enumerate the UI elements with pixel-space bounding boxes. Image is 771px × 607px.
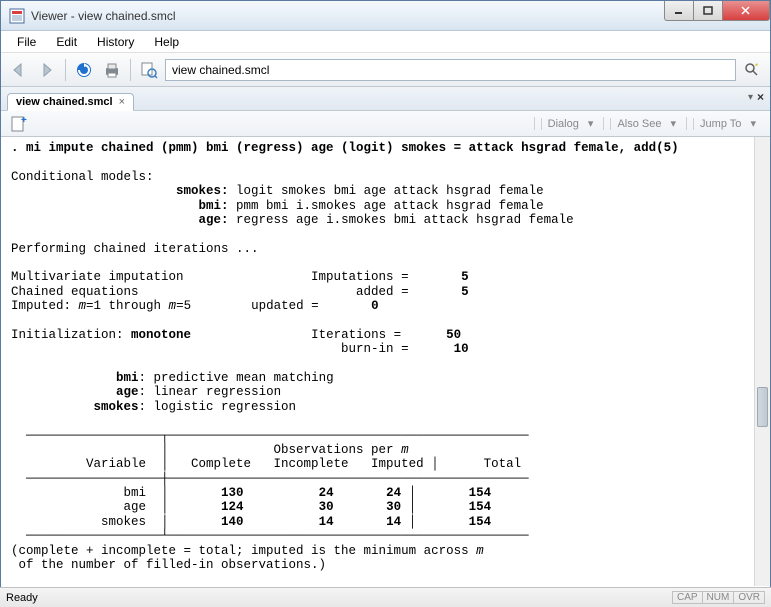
status-cap: CAP <box>672 591 703 604</box>
print-button[interactable] <box>100 58 124 82</box>
tabbar-dropdown-icon[interactable]: ▾ <box>748 92 753 103</box>
status-text: Ready <box>6 592 38 604</box>
toolbar <box>1 53 770 87</box>
back-button[interactable] <box>7 58 31 82</box>
alsosee-menu[interactable]: Also See ▾ <box>603 117 682 130</box>
jumpto-menu[interactable]: Jump To ▾ <box>686 117 762 130</box>
maximize-button[interactable] <box>693 1 723 21</box>
menu-help[interactable]: Help <box>144 33 189 51</box>
menu-file[interactable]: File <box>7 33 46 51</box>
viewer-content: . mi impute chained (pmm) bmi (regress) … <box>1 137 770 587</box>
close-button[interactable] <box>722 1 770 21</box>
address-input[interactable] <box>165 59 736 81</box>
minimize-button[interactable] <box>664 1 694 21</box>
app-icon <box>9 8 25 24</box>
toolbar-separator <box>65 59 66 81</box>
forward-button[interactable] <box>35 58 59 82</box>
window-title: Viewer - view chained.smcl <box>31 9 176 23</box>
statusbar: Ready CAP NUM OVR <box>0 587 771 607</box>
status-num: NUM <box>702 591 735 604</box>
tab-label: view chained.smcl <box>16 96 113 108</box>
tabbar: view chained.smcl × ▾ × <box>1 87 770 111</box>
toolbar-separator <box>130 59 131 81</box>
svg-text:+: + <box>21 115 27 126</box>
titlebar: Viewer - view chained.smcl <box>1 1 770 31</box>
refresh-button[interactable] <box>72 58 96 82</box>
dialog-menu[interactable]: Dialog ▾ <box>534 117 600 130</box>
tab-active[interactable]: view chained.smcl × <box>7 93 134 111</box>
window-controls <box>665 1 770 21</box>
tab-close-icon[interactable]: × <box>119 96 125 108</box>
menu-edit[interactable]: Edit <box>46 33 87 51</box>
tabbar-close-icon[interactable]: × <box>757 90 764 104</box>
scrollbar-track[interactable] <box>754 137 770 586</box>
search-button[interactable] <box>740 59 764 81</box>
new-note-button[interactable]: + <box>9 114 29 134</box>
secondary-toolbar: + Dialog ▾ Also See ▾ Jump To ▾ <box>1 111 770 137</box>
menu-history[interactable]: History <box>87 33 144 51</box>
scrollbar-thumb[interactable] <box>757 387 768 427</box>
find-button[interactable] <box>137 58 161 82</box>
menubar: File Edit History Help <box>1 31 770 53</box>
status-ovr: OVR <box>733 591 765 604</box>
